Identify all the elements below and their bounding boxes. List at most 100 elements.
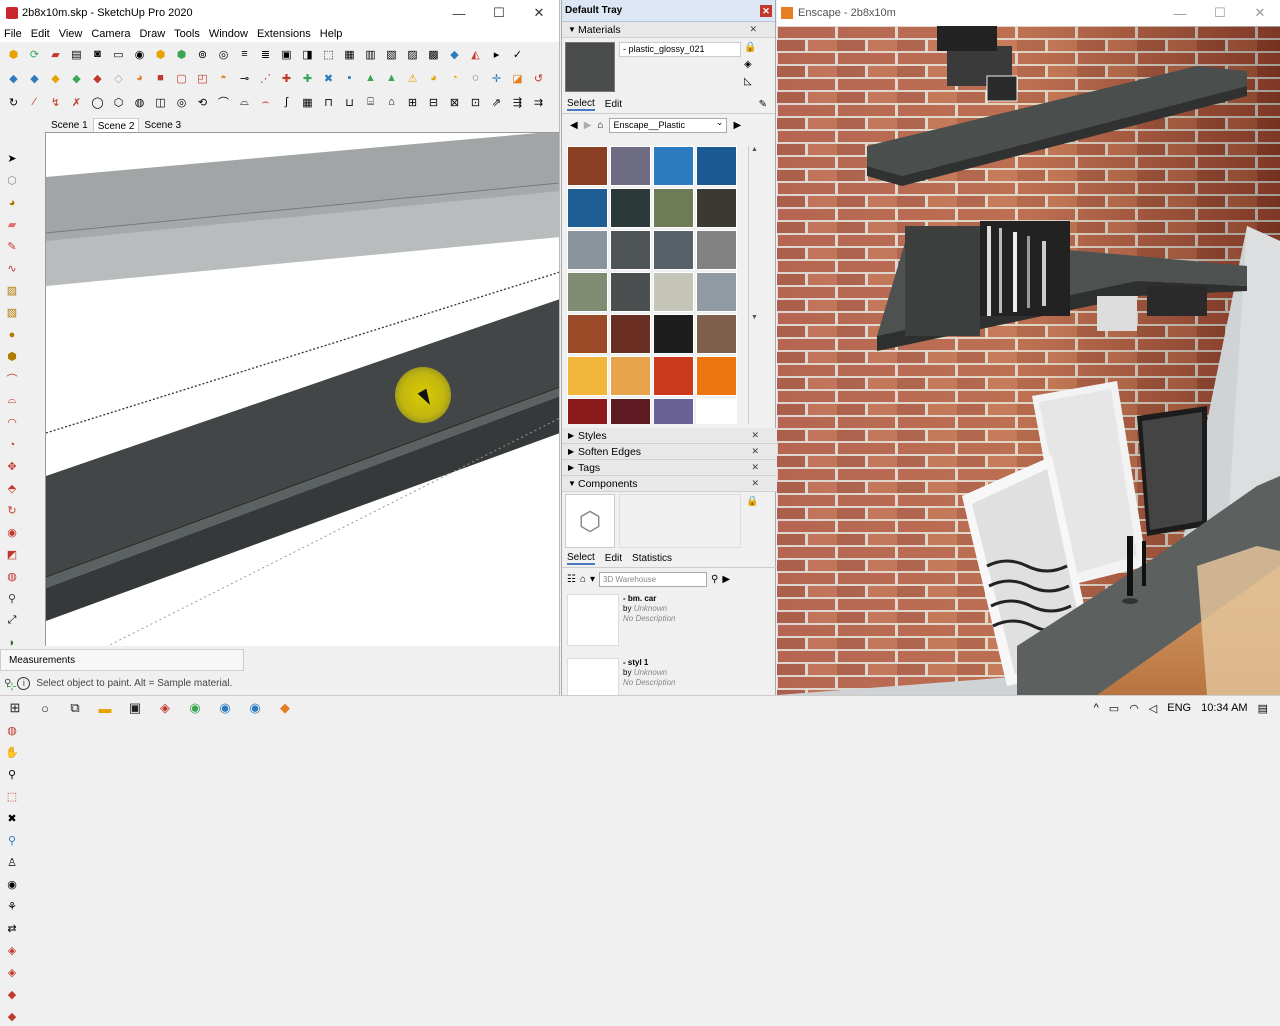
- task-view-icon[interactable]: ⧉: [60, 696, 90, 721]
- wall-icon[interactable]: ⊞: [403, 93, 422, 111]
- tag-icon[interactable]: ◕: [424, 69, 443, 87]
- material-swatch[interactable]: [567, 356, 608, 396]
- material-swatch[interactable]: [653, 188, 694, 228]
- share-model-icon[interactable]: ⟳: [25, 45, 44, 63]
- components-close-icon[interactable]: ✕: [751, 478, 759, 489]
- ruby-icon[interactable]: ◆: [2, 985, 22, 1004]
- material-swatch[interactable]: [696, 272, 737, 312]
- comp-tab-edit[interactable]: Edit: [605, 553, 622, 564]
- material-swatch[interactable]: [653, 272, 694, 312]
- enscape-view-icon[interactable]: ⊚: [193, 45, 212, 63]
- zoom-icon[interactable]: ⚲: [2, 765, 22, 784]
- pyramid-icon[interactable]: ▲: [382, 69, 401, 87]
- material-swatch[interactable]: [610, 188, 651, 228]
- comp-tab-statistics[interactable]: Statistics: [632, 553, 672, 564]
- display-options-icon[interactable]: ☷: [567, 574, 576, 585]
- undo-icon[interactable]: ↺: [529, 69, 548, 87]
- material-name-field[interactable]: - plastic_glossy_021: [619, 42, 741, 57]
- scale-icon[interactable]: ◩: [2, 545, 22, 564]
- component-list-item[interactable]: - bm. car by Unknown No Description: [562, 594, 777, 654]
- dimension-icon[interactable]: ⤢: [2, 611, 22, 630]
- sample-paint-icon[interactable]: ✎: [759, 99, 767, 110]
- enscape-maximize-button[interactable]: ☐: [1200, 5, 1240, 21]
- battery-icon[interactable]: ▭: [1109, 702, 1119, 715]
- comp-dropdown-icon[interactable]: ▾: [590, 574, 595, 585]
- roof-icon[interactable]: ⌂: [382, 93, 401, 111]
- material-swatch[interactable]: [567, 188, 608, 228]
- arrow-icon[interactable]: ▸: [487, 45, 506, 63]
- wifi-icon[interactable]: ◠: [1129, 702, 1139, 715]
- material-swatch[interactable]: [696, 188, 737, 228]
- window-icon[interactable]: ⊟: [424, 93, 443, 111]
- styles-panel-header[interactable]: ▶ Styles ✕: [562, 428, 777, 444]
- collapse-arrow-icon[interactable]: ▼: [568, 479, 578, 488]
- tags-panel-header[interactable]: ▶ Tags ✕: [562, 460, 777, 476]
- material-swatch[interactable]: [696, 356, 737, 396]
- menu-extensions[interactable]: Extensions: [257, 28, 311, 40]
- material-swatch[interactable]: [653, 398, 694, 424]
- cone-icon[interactable]: ▲: [361, 69, 380, 87]
- materials-panel-header[interactable]: ▼ Materials ✕: [562, 22, 775, 38]
- stair-icon[interactable]: ⌸: [361, 93, 380, 111]
- column-icon[interactable]: ⊔: [340, 93, 359, 111]
- box-icon[interactable]: ▪: [340, 69, 359, 87]
- top-view-icon[interactable]: ◆: [25, 69, 44, 87]
- walk-icon[interactable]: ⚘: [2, 897, 22, 916]
- details-arrow-icon[interactable]: ▶: [733, 120, 741, 131]
- expand-arrow-icon[interactable]: ▶: [568, 463, 578, 472]
- pie-icon[interactable]: ◔: [2, 435, 22, 454]
- extension-manager-icon[interactable]: ◆: [2, 1007, 22, 1026]
- material-swatch[interactable]: [696, 146, 737, 186]
- tray-close-icon[interactable]: ✕: [760, 4, 772, 17]
- material-swatch[interactable]: [653, 314, 694, 354]
- modeling-viewport[interactable]: [45, 132, 559, 646]
- paint-icon[interactable]: ◓: [214, 69, 233, 87]
- comp-details-icon[interactable]: ▶: [722, 574, 730, 585]
- paint-bucket-icon[interactable]: ◕: [2, 193, 22, 212]
- sketchup-taskbar-icon[interactable]: ◈: [150, 696, 180, 721]
- component-lock-icon[interactable]: 🔒: [746, 496, 758, 507]
- upload-icon[interactable]: ▨: [403, 45, 422, 63]
- material-editor-icon[interactable]: ▥: [361, 45, 380, 63]
- extension-tool-icon[interactable]: ◈: [2, 963, 22, 982]
- clock[interactable]: 10:34 AM: [1201, 702, 1247, 714]
- beam-icon[interactable]: ⊓: [319, 93, 338, 111]
- circle-tool-icon[interactable]: ●: [2, 325, 22, 344]
- ring-icon[interactable]: ◌: [466, 69, 485, 87]
- push-icon[interactable]: ⇶: [508, 93, 527, 111]
- freehand-icon[interactable]: ∿: [2, 259, 22, 278]
- material-swatch[interactable]: [610, 146, 651, 186]
- move-tool-icon[interactable]: ✥: [2, 457, 22, 476]
- comp-home-icon[interactable]: ⌂: [580, 574, 586, 585]
- expand-arrow-icon[interactable]: ▶: [568, 431, 578, 440]
- material-swatch[interactable]: [567, 314, 608, 354]
- lock-icon[interactable]: 🔒: [744, 42, 756, 53]
- enscape-sync-icon[interactable]: ⬢: [172, 45, 191, 63]
- warehouse-icon[interactable]: ⬢: [4, 45, 23, 63]
- cross-red-icon[interactable]: ✚: [277, 69, 296, 87]
- extension-warehouse-icon[interactable]: ▰: [46, 45, 65, 63]
- offset-tool-icon[interactable]: ◍: [2, 567, 22, 586]
- push-pull-icon[interactable]: ⬘: [2, 479, 22, 498]
- previous-view-icon[interactable]: ⚲: [2, 831, 22, 850]
- screenshot-icon[interactable]: ◨: [298, 45, 317, 63]
- arc-tool-icon[interactable]: ⌒: [2, 369, 22, 388]
- sweep-icon[interactable]: ⌒: [214, 93, 233, 111]
- file-explorer-icon[interactable]: ▬: [90, 696, 120, 721]
- bezier-icon[interactable]: ∫: [277, 93, 296, 111]
- asset-library-icon[interactable]: ▧: [382, 45, 401, 63]
- slab-icon[interactable]: ⊡: [466, 93, 485, 111]
- material-swatch[interactable]: [696, 314, 737, 354]
- zoom-window-icon[interactable]: ⬚: [2, 787, 22, 806]
- menu-camera[interactable]: Camera: [91, 28, 130, 40]
- circle-icon[interactable]: ◯: [88, 93, 107, 111]
- expand-arrow-icon[interactable]: ▶: [568, 447, 578, 456]
- current-material-swatch[interactable]: [565, 42, 615, 92]
- material-swatch[interactable]: [610, 272, 651, 312]
- show-hidden-icon[interactable]: ^: [1094, 702, 1099, 714]
- position-camera-icon[interactable]: ♙: [2, 853, 22, 872]
- soften-edges-panel-header[interactable]: ▶ Soften Edges ✕: [562, 444, 777, 460]
- menu-view[interactable]: View: [59, 28, 83, 40]
- axes-icon[interactable]: ✖: [319, 69, 338, 87]
- torus-icon[interactable]: ◎: [172, 93, 191, 111]
